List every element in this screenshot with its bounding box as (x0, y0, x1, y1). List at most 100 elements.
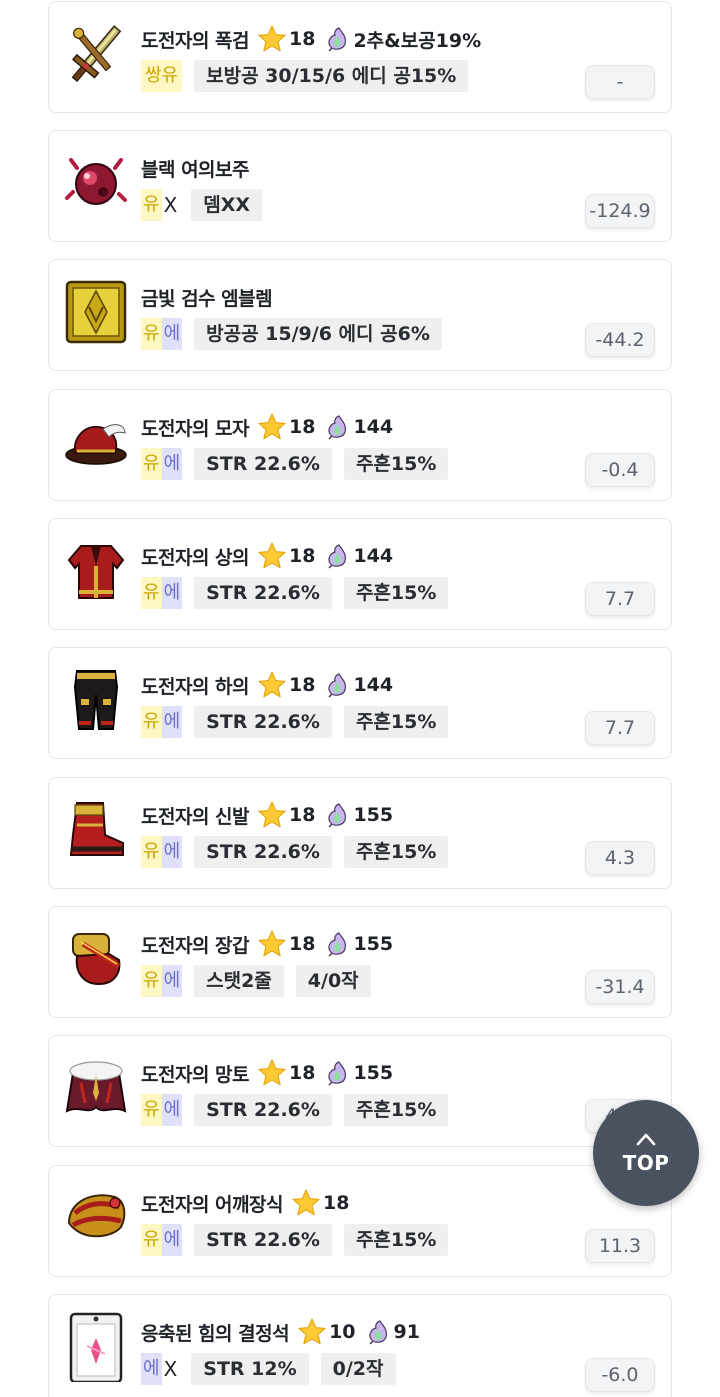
option-chip: STR 22.6% (194, 706, 332, 738)
bonus-stat-text: 155 (353, 1062, 394, 1084)
star-force-count: 18 (289, 674, 316, 696)
item-name: 도전자의 하의 (141, 675, 250, 698)
item-name: 도전자의 망토 (141, 1063, 250, 1086)
bonus-stat-text: 144 (353, 545, 394, 567)
equipment-card[interactable]: 블랙 여의보주유 X 뎀XX -124.9 (48, 130, 672, 242)
potential-grade-epic: 에 (161, 706, 183, 738)
potential-grade: 유에 (141, 706, 183, 738)
potential-grade: 유에 (141, 577, 183, 609)
bonus-stat-text: 144 (353, 416, 394, 438)
potential-grade: 유에 (141, 448, 183, 480)
option-chip: 0/2작 (320, 1353, 396, 1385)
item-option-row: 유 에 STR 22.6% 주흔15% (141, 1094, 449, 1126)
item-name: 블랙 여의보주 (141, 158, 250, 181)
star-force-icon (257, 1058, 287, 1088)
potential-grade-none: X (163, 193, 178, 217)
equipment-card[interactable]: 도전자의 모자 18 144 유 에 STR 22.6% 주흔15% -0.4 (48, 389, 672, 501)
bonus-flame-icon (325, 802, 349, 828)
efficiency-value[interactable]: 7.7 (585, 582, 655, 616)
star-force-count: 18 (289, 545, 316, 567)
option-chip: STR 22.6% (194, 1224, 332, 1256)
potential-grade: 유에 (141, 318, 183, 350)
potential-grade-epic: 에 (161, 318, 183, 350)
star-force-icon (257, 412, 287, 442)
item-option-row: 유 에 STR 22.6% 주흔15% (141, 706, 449, 738)
item-name: 도전자의 모자 (141, 417, 250, 440)
equipment-card[interactable]: 도전자의 어깨장식 18 유 에 STR 22.6% 주흔15% 11.3 (48, 1165, 672, 1277)
item-title-row: 도전자의 신발 18 155 (141, 800, 393, 830)
efficiency-value[interactable]: -0.4 (585, 453, 655, 487)
efficiency-value[interactable]: -44.2 (585, 323, 655, 357)
bonus-stat-text: 155 (353, 804, 394, 826)
bonus-flame-icon (325, 931, 349, 957)
potential-grade: 쌍유 (141, 60, 183, 92)
challenger-gloves-icon (63, 921, 129, 997)
potential-grade-epic: 에 (161, 965, 183, 997)
potential-grade: 유에 (141, 836, 183, 868)
bonus-flame-icon (325, 672, 349, 698)
item-option-row: 유 X 뎀XX (141, 189, 263, 221)
potential-grade-epic: 에 (161, 577, 183, 609)
equipment-card[interactable]: 도전자의 신발 18 155 유 에 STR 22.6% 주흔15% 4.3 (48, 777, 672, 889)
option-chip: 방공공 15/9/6 에디 공6% (194, 318, 442, 350)
equipment-card[interactable]: 도전자의 망토18155유에STR 22.6%주흔15%4.3 (48, 1035, 672, 1147)
item-option-row: 유 에 STR 22.6% 주흔15% (141, 836, 449, 868)
challenger-bottom-icon (63, 662, 129, 738)
bonus-stat-text: 2추&보공19% (353, 29, 482, 52)
efficiency-value[interactable]: -124.9 (585, 194, 655, 228)
star-force-count: 18 (289, 933, 316, 955)
item-title-row: 도전자의 망토 18 155 (141, 1058, 393, 1088)
black-orb-icon (63, 145, 129, 221)
golden-emblem-icon (63, 274, 129, 350)
star-force-count: 18 (289, 1062, 316, 1084)
efficiency-value[interactable]: - (585, 65, 655, 99)
potential-grade-legendary: 유 (141, 448, 162, 480)
potential-grade-epic: 에 (141, 1353, 162, 1385)
bonus-stat-text: 144 (353, 674, 394, 696)
bonus-stat-text: 155 (353, 933, 394, 955)
option-chip: STR 22.6% (194, 577, 332, 609)
efficiency-value[interactable]: 4.3 (585, 841, 655, 875)
item-option-row: 유 에 STR 22.6% 주흔15% (141, 448, 449, 480)
potential-grade: 유X (141, 189, 179, 221)
potential-grade: 유에 (141, 1224, 183, 1256)
potential-grade-epic: 에 (161, 448, 183, 480)
item-title-row: 도전자의 하의 18 144 (141, 670, 393, 700)
option-chip: 주흔15% (343, 1224, 449, 1256)
star-force-icon (257, 24, 287, 54)
efficiency-value[interactable]: -6.0 (585, 1358, 655, 1392)
item-title-row: 도전자의 상의 18 144 (141, 541, 393, 571)
bonus-flame-icon (325, 1060, 349, 1086)
option-chip: STR 12% (191, 1353, 309, 1385)
scroll-to-top-button[interactable]: TOP (593, 1100, 699, 1206)
top-button-label: TOP (622, 1151, 670, 1175)
efficiency-value[interactable]: -31.4 (585, 970, 655, 1004)
challenger-hat-icon (63, 404, 129, 480)
equipment-card[interactable]: 금빛 검수 엠블렘 유 에 방공공 15/9/6 에디 공6% -44.2 (48, 259, 672, 371)
equipment-card[interactable]: 응축된 힘의 결정석 10 91 에 X STR 12% 0/2작 -6.0 (48, 1294, 672, 1397)
option-chip: 주흔15% (343, 1094, 449, 1126)
efficiency-value[interactable]: 11.3 (585, 1229, 655, 1263)
equipment-card[interactable]: 도전자의 폭검 18 2추&보공19% 쌍유 보방공 30/15/6 에디 공15% - (48, 1, 672, 113)
bonus-flame-icon (366, 1319, 390, 1345)
potential-grade-none: X (163, 1357, 178, 1381)
item-title-row: 도전자의 어깨장식 18 (141, 1188, 349, 1218)
potential-grade-legendary: 쌍유 (141, 60, 183, 92)
challenger-sword-icon (63, 16, 129, 92)
efficiency-value[interactable]: 7.7 (585, 711, 655, 745)
item-title-row: 응축된 힘의 결정석 10 91 (141, 1317, 420, 1347)
item-name: 도전자의 장갑 (141, 934, 250, 957)
potential-grade-epic: 에 (161, 1094, 183, 1126)
star-force-icon (257, 800, 287, 830)
challenger-cape-icon (63, 1050, 129, 1126)
potential-grade-legendary: 유 (141, 318, 162, 350)
equipment-card[interactable]: 도전자의 장갑 18 155 유 에 스탯2줄 4/0작 -31.4 (48, 906, 672, 1018)
challenger-top-icon (63, 533, 129, 609)
option-chip: STR 22.6% (194, 448, 332, 480)
chevron-up-icon (636, 1133, 656, 1146)
item-name: 도전자의 어깨장식 (141, 1193, 283, 1216)
equipment-card[interactable]: 도전자의 상의 18 144 유 에 STR 22.6% 주흔15% 7.7 (48, 518, 672, 630)
bonus-flame-icon (325, 414, 349, 440)
equipment-card[interactable]: 도전자의 하의 18 144 유 에 STR 22.6% 주흔15% 7.7 (48, 647, 672, 759)
item-option-row: 쌍유 보방공 30/15/6 에디 공15% (141, 60, 469, 92)
